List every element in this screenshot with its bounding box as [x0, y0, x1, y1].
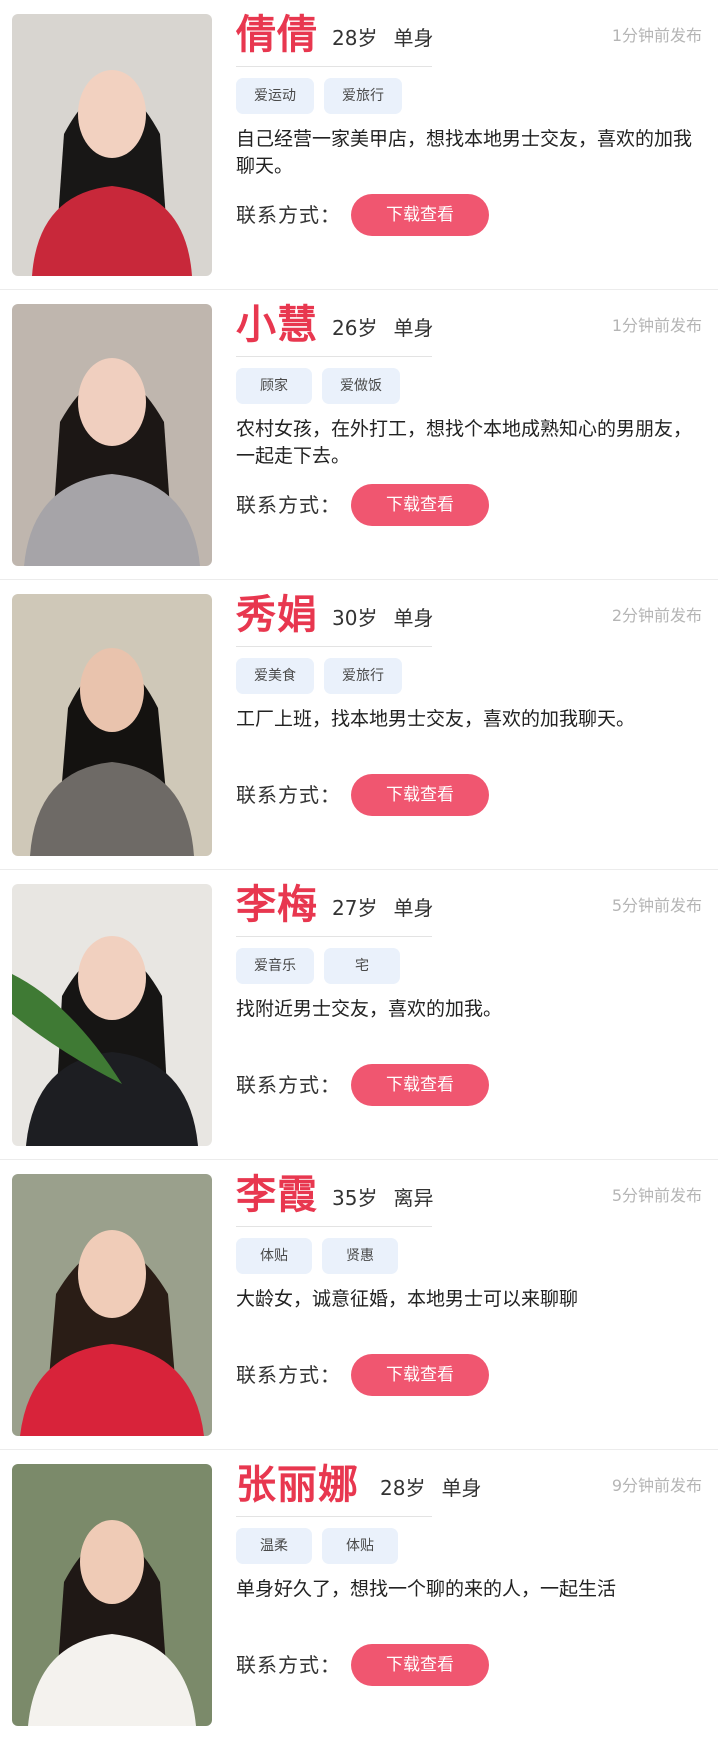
profile-photo-image [12, 884, 212, 1146]
interest-tags: 顾家 爱做饭 [236, 368, 400, 404]
header-divider [236, 1516, 432, 1517]
profile-age: 35岁 [332, 1186, 378, 1210]
profile-photo-image [12, 14, 212, 276]
profile-photo-image [12, 304, 212, 566]
interest-tag: 顾家 [236, 368, 312, 404]
profile-photo-image [12, 1464, 212, 1726]
download-view-button[interactable]: 下载查看 [351, 1644, 489, 1686]
profile-photo[interactable] [12, 594, 212, 856]
profile-description: 大龄女，诚意征婚，本地男士可以来聊聊 [236, 1288, 579, 1310]
post-time: 5分钟前发布 [611, 896, 702, 915]
contact-row: 联系方式： 下载查看 [236, 774, 489, 816]
contact-label: 联系方式： [236, 203, 341, 227]
profile-name: 小慧 [236, 301, 318, 348]
profile-meta: 26岁 单身 [332, 316, 433, 340]
profile-marital-status: 单身 [393, 896, 434, 920]
profile-meta: 30岁 单身 [332, 606, 433, 630]
contact-row: 联系方式： 下载查看 [236, 484, 489, 526]
post-time: 1分钟前发布 [611, 26, 702, 45]
profile-meta: 28岁 单身 [332, 26, 433, 50]
interest-tags: 温柔 体贴 [236, 1528, 398, 1564]
profile-marital-status: 单身 [393, 26, 434, 50]
contact-label: 联系方式： [236, 1073, 341, 1097]
contact-row: 联系方式： 下载查看 [236, 1064, 489, 1106]
contact-row: 联系方式： 下载查看 [236, 1354, 489, 1396]
profile-photo-image [12, 594, 212, 856]
listing-card[interactable]: 小慧 26岁 单身 1分钟前发布 顾家 爱做饭 农村女孩，在外打工，想找个本地成熟… [0, 290, 718, 580]
download-view-button[interactable]: 下载查看 [351, 774, 489, 816]
profile-photo-image [12, 1174, 212, 1436]
header-divider [236, 1226, 432, 1227]
profile-photo[interactable] [12, 1464, 212, 1726]
profile-photo[interactable] [12, 1174, 212, 1436]
profile-marital-status: 离异 [393, 1186, 434, 1210]
interest-tags: 爱音乐 宅 [236, 948, 400, 984]
post-time: 2分钟前发布 [611, 606, 702, 625]
interest-tag: 温柔 [236, 1528, 312, 1564]
profile-marital-status: 单身 [441, 1476, 482, 1500]
profile-name: 秀娟 [236, 591, 318, 638]
profile-description: 单身好久了，想找一个聊的来的人，一起生活 [236, 1578, 617, 1600]
post-time: 5分钟前发布 [611, 1186, 702, 1205]
interest-tag: 体贴 [322, 1528, 398, 1564]
post-time: 1分钟前发布 [611, 316, 702, 335]
interest-tags: 爱美食 爱旅行 [236, 658, 402, 694]
header-divider [236, 66, 432, 67]
listing-card[interactable]: 李梅 27岁 单身 5分钟前发布 爱音乐 宅 找附近男士交友，喜欢的加我。 联系方… [0, 870, 718, 1160]
interest-tag: 爱音乐 [236, 948, 314, 984]
listing-feed: 倩倩 28岁 单身 1分钟前发布 爱运动 爱旅行 自己经营一家美甲店，想找本地男士… [0, 0, 718, 1740]
profile-age: 28岁 [380, 1476, 426, 1500]
interest-tag: 爱做饭 [322, 368, 400, 404]
contact-label: 联系方式： [236, 783, 341, 807]
interest-tag: 宅 [324, 948, 400, 984]
header-divider [236, 936, 432, 937]
profile-name: 倩倩 [236, 11, 318, 58]
contact-label: 联系方式： [236, 1363, 341, 1387]
contact-label: 联系方式： [236, 1653, 341, 1677]
profile-age: 26岁 [332, 316, 378, 340]
profile-photo[interactable] [12, 14, 212, 276]
profile-name: 张丽娜 [236, 1461, 359, 1508]
profile-description: 自己经营一家美甲店，想找本地男士交友，喜欢的加我聊天。 [236, 128, 693, 177]
profile-age: 30岁 [332, 606, 378, 630]
contact-row: 联系方式： 下载查看 [236, 194, 489, 236]
profile-photo[interactable] [12, 884, 212, 1146]
post-time: 9分钟前发布 [611, 1476, 702, 1495]
listing-card[interactable]: 倩倩 28岁 单身 1分钟前发布 爱运动 爱旅行 自己经营一家美甲店，想找本地男士… [0, 0, 718, 290]
listing-card[interactable]: 李霞 35岁 离异 5分钟前发布 体贴 贤惠 大龄女，诚意征婚，本地男士可以来聊聊… [0, 1160, 718, 1450]
header-divider [236, 646, 432, 647]
profile-photo[interactable] [12, 304, 212, 566]
profile-name: 李梅 [236, 881, 318, 928]
listing-card[interactable]: 张丽娜 28岁 单身 9分钟前发布 温柔 体贴 单身好久了，想找一个聊的来的人，一… [0, 1450, 718, 1740]
interest-tags: 体贴 贤惠 [236, 1238, 398, 1274]
profile-marital-status: 单身 [393, 316, 434, 340]
listing-card[interactable]: 秀娟 30岁 单身 2分钟前发布 爱美食 爱旅行 工厂上班，找本地男士交友，喜欢的… [0, 580, 718, 870]
profile-marital-status: 单身 [393, 606, 434, 630]
profile-meta: 28岁 单身 [380, 1476, 481, 1500]
interest-tag: 爱运动 [236, 78, 314, 114]
interest-tags: 爱运动 爱旅行 [236, 78, 402, 114]
profile-description: 找附近男士交友，喜欢的加我。 [236, 998, 503, 1020]
download-view-button[interactable]: 下载查看 [351, 1354, 489, 1396]
profile-age: 28岁 [332, 26, 378, 50]
profile-name: 李霞 [236, 1171, 318, 1218]
profile-age: 27岁 [332, 896, 378, 920]
interest-tag: 爱美食 [236, 658, 314, 694]
contact-row: 联系方式： 下载查看 [236, 1644, 489, 1686]
profile-meta: 35岁 离异 [332, 1186, 433, 1210]
header-divider [236, 356, 432, 357]
interest-tag: 爱旅行 [324, 78, 402, 114]
interest-tag: 贤惠 [322, 1238, 398, 1274]
profile-meta: 27岁 单身 [332, 896, 433, 920]
download-view-button[interactable]: 下载查看 [351, 484, 489, 526]
profile-description: 农村女孩，在外打工，想找个本地成熟知心的男朋友，一起走下去。 [236, 418, 693, 467]
download-view-button[interactable]: 下载查看 [351, 194, 489, 236]
download-view-button[interactable]: 下载查看 [351, 1064, 489, 1106]
interest-tag: 体贴 [236, 1238, 312, 1274]
profile-description: 工厂上班，找本地男士交友，喜欢的加我聊天。 [236, 708, 636, 730]
contact-label: 联系方式： [236, 493, 341, 517]
interest-tag: 爱旅行 [324, 658, 402, 694]
